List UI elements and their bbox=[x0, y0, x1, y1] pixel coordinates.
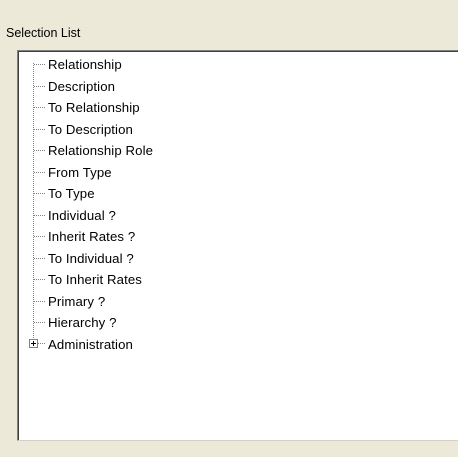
tree-branch-line bbox=[34, 300, 45, 302]
tree-item-relationship-role[interactable]: Relationship Role bbox=[18, 140, 458, 162]
tree-item-to-inherit-rates[interactable]: To Inherit Rates bbox=[18, 269, 458, 291]
tree-item-label: To Individual ? bbox=[48, 250, 134, 266]
tree-item-label: To Inherit Rates bbox=[48, 272, 142, 287]
tree-branch-line bbox=[34, 214, 45, 216]
tree-branch-line bbox=[34, 150, 45, 151]
tree-item-label: Relationship bbox=[48, 57, 122, 72]
tree-item-administration[interactable]: Administration bbox=[18, 334, 458, 356]
tree-branch-line bbox=[34, 236, 45, 237]
tree-item-to-individual[interactable]: To Individual ? bbox=[18, 248, 458, 270]
tree-item-label: Administration bbox=[48, 336, 133, 352]
tree-branch-line bbox=[34, 193, 45, 194]
tree-item-hierarchy[interactable]: Hierarchy ? bbox=[18, 312, 458, 334]
tree-branch-line bbox=[38, 342, 45, 345]
tree-item-inherit-rates[interactable]: Inherit Rates ? bbox=[18, 226, 458, 248]
tree-item-label: To Type bbox=[48, 186, 95, 201]
tree-branch-line bbox=[34, 322, 45, 323]
tree-branch-line bbox=[34, 64, 45, 65]
tree-item-relationship[interactable]: Relationship bbox=[18, 54, 458, 76]
expand-plus-icon[interactable] bbox=[29, 338, 38, 348]
tree-branch-line bbox=[34, 257, 45, 259]
tree-item-label: From Type bbox=[48, 164, 112, 180]
tree-branch-line bbox=[34, 128, 45, 130]
tree-item-from-type[interactable]: From Type bbox=[18, 162, 458, 184]
tree-item-label: To Relationship bbox=[48, 100, 140, 115]
tree-item-primary[interactable]: Primary ? bbox=[18, 291, 458, 313]
tree-item-label: Individual ? bbox=[48, 207, 116, 223]
tree-item-to-type[interactable]: To Type bbox=[18, 183, 458, 205]
tree-item-individual[interactable]: Individual ? bbox=[18, 205, 458, 227]
tree-item-label: Primary ? bbox=[48, 293, 106, 309]
tree-branch-line bbox=[34, 107, 45, 108]
tree-item-label: Description bbox=[48, 78, 116, 94]
tree-item-description[interactable]: Description bbox=[18, 76, 458, 98]
tree-branch-line bbox=[34, 279, 45, 280]
selection-tree[interactable]: Relationship Description To Relationship… bbox=[17, 50, 458, 441]
tree-branch-line bbox=[34, 171, 45, 173]
tree-list: Relationship Description To Relationship… bbox=[18, 54, 458, 355]
tree-item-label: Relationship Role bbox=[48, 143, 154, 158]
tree-item-to-relationship[interactable]: To Relationship bbox=[18, 97, 458, 119]
tree-branch-line bbox=[34, 85, 45, 87]
panel-title: Selection List bbox=[6, 26, 81, 40]
tree-item-to-description[interactable]: To Description bbox=[18, 119, 458, 141]
tree-item-label: To Description bbox=[48, 121, 133, 137]
tree-item-label: Inherit Rates ? bbox=[48, 229, 136, 244]
tree-item-label: Hierarchy ? bbox=[48, 315, 117, 330]
